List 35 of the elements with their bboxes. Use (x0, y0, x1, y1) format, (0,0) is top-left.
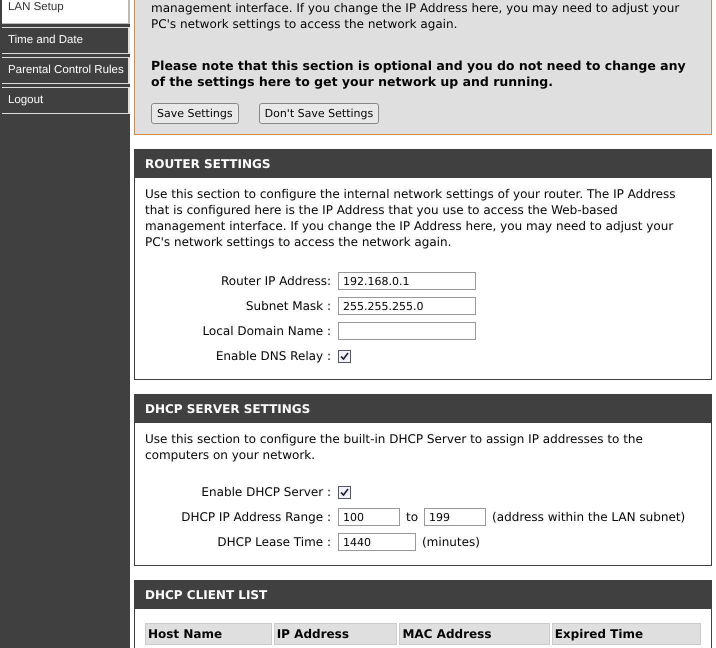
text-field[interactable]: 192.168.0.1 (338, 272, 476, 290)
field-label: Subnet Mask : (244, 299, 332, 313)
settings-button[interactable]: Save Settings (151, 103, 239, 124)
note-text: Please note that this section is optional and you do not need to change any of the settings here to get your network up and running. (151, 58, 687, 90)
hint-text: (minutes) (422, 535, 480, 549)
text-field[interactable]: 1440 (338, 533, 416, 551)
sidebar-item[interactable]: Parental Control Rules (2, 57, 130, 84)
field-label: Enable DHCP Server : (200, 485, 332, 499)
checkbox[interactable] (338, 350, 351, 362)
field-label: Local Domain Name : (201, 324, 332, 338)
field-label: Router IP Address: (220, 274, 332, 288)
intro-text: management interface. If you change the IP Address here, you may need to adjust your PC's network settings to access the network again. (151, 0, 680, 32)
field-label: Enable DNS Relay : (214, 349, 332, 363)
field-label: DHCP Lease Time : (216, 535, 332, 549)
section-title: DHCP CLIENT LIST (135, 581, 711, 611)
section-description: Use this section to configure the built-in DHCP Server to assign IP addresses to the computers on your network. (145, 431, 644, 463)
text-field[interactable] (338, 322, 476, 340)
section-title: DHCP SERVER SETTINGS (135, 395, 711, 425)
column-header: Host Name (145, 623, 272, 645)
sidebar-item[interactable]: Logout (2, 87, 130, 114)
column-header: IP Address (274, 623, 398, 645)
section-description: Use this section to configure the internal network settings of your router. The IP Address that is configured here is the IP Address that you use to access the Web-based management interface. If you change the IP Address here, you may need to adjust your PC's network settings to access the network again. (145, 186, 676, 250)
sidebar-item[interactable]: Time and Date (2, 27, 130, 54)
hint-text: (address within the LAN subnet) (492, 510, 686, 524)
column-header: Expired Time (552, 623, 701, 645)
range-end-field[interactable]: 199 (424, 508, 486, 526)
sidebar-item[interactable]: LAN Setup (2, 0, 130, 24)
checkbox[interactable] (338, 486, 351, 498)
range-start-field[interactable]: 100 (338, 508, 400, 526)
text-field[interactable]: 255.255.255.0 (338, 297, 476, 315)
range-separator: to (406, 510, 418, 524)
column-header: MAC Address (399, 623, 550, 645)
settings-button[interactable]: Don't Save Settings (258, 103, 380, 124)
section-title: ROUTER SETTINGS (135, 150, 711, 180)
field-label: DHCP IP Address Range : (180, 510, 332, 524)
